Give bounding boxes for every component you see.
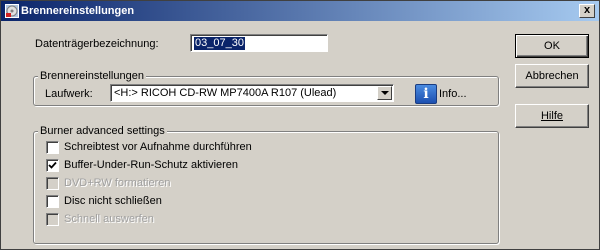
burner-settings-title: Brennereinstellungen [38, 70, 146, 82]
chevron-down-icon[interactable] [377, 86, 392, 100]
volume-label-input[interactable]: 03_07_30 [190, 34, 328, 52]
option-label: Disc nicht schließen [64, 195, 162, 207]
burner-app-icon [5, 4, 19, 18]
cancel-button[interactable]: Abbrechen [515, 64, 589, 88]
help-button-label: Hilfe [540, 110, 563, 122]
close-button[interactable]: x [579, 4, 595, 18]
ok-button[interactable]: OK [515, 34, 589, 58]
advanced-settings-title: Burner advanced settings [38, 125, 167, 137]
info-link[interactable]: Info... [439, 88, 467, 100]
option-write-test[interactable]: Schreibtest vor Aufnahme durchführen [46, 139, 252, 155]
drive-label: Laufwerk: [45, 88, 93, 100]
dialog-window: Brennereinstellungen x Datenträgerbezeic… [0, 0, 600, 250]
volume-label-value: 03_07_30 [194, 37, 245, 50]
checkbox [46, 212, 59, 226]
drive-select[interactable]: <H:> RICOH CD-RW MP7400A R107 (Ulead) [110, 84, 394, 102]
info-icon[interactable]: i [415, 84, 437, 104]
checkmark-icon [48, 161, 57, 169]
drive-select-value: <H:> RICOH CD-RW MP7400A R107 (Ulead) [114, 87, 337, 99]
checkbox[interactable] [46, 140, 59, 154]
volume-label-caption: Datenträgerbezeichnung: [35, 38, 159, 50]
option-dvdrw-format: DVD+RW formatieren [46, 175, 170, 191]
option-label: Buffer-Under-Run-Schutz aktivieren [64, 159, 239, 171]
option-label: Schreibtest vor Aufnahme durchführen [64, 141, 252, 153]
window-title: Brennereinstellungen [21, 5, 135, 17]
checkbox[interactable] [46, 194, 59, 208]
option-label: DVD+RW formatieren [64, 177, 171, 189]
option-quick-eject: Schnell auswerfen [46, 211, 154, 227]
option-dont-close-disc[interactable]: Disc nicht schließen [46, 193, 162, 209]
checkbox[interactable] [46, 158, 59, 172]
help-button[interactable]: Hilfe [515, 104, 589, 128]
checkbox [46, 176, 59, 190]
title-bar: Brennereinstellungen x [1, 1, 599, 21]
option-label: Schnell auswerfen [64, 213, 154, 225]
option-buffer-underrun[interactable]: Buffer-Under-Run-Schutz aktivieren [46, 157, 238, 173]
